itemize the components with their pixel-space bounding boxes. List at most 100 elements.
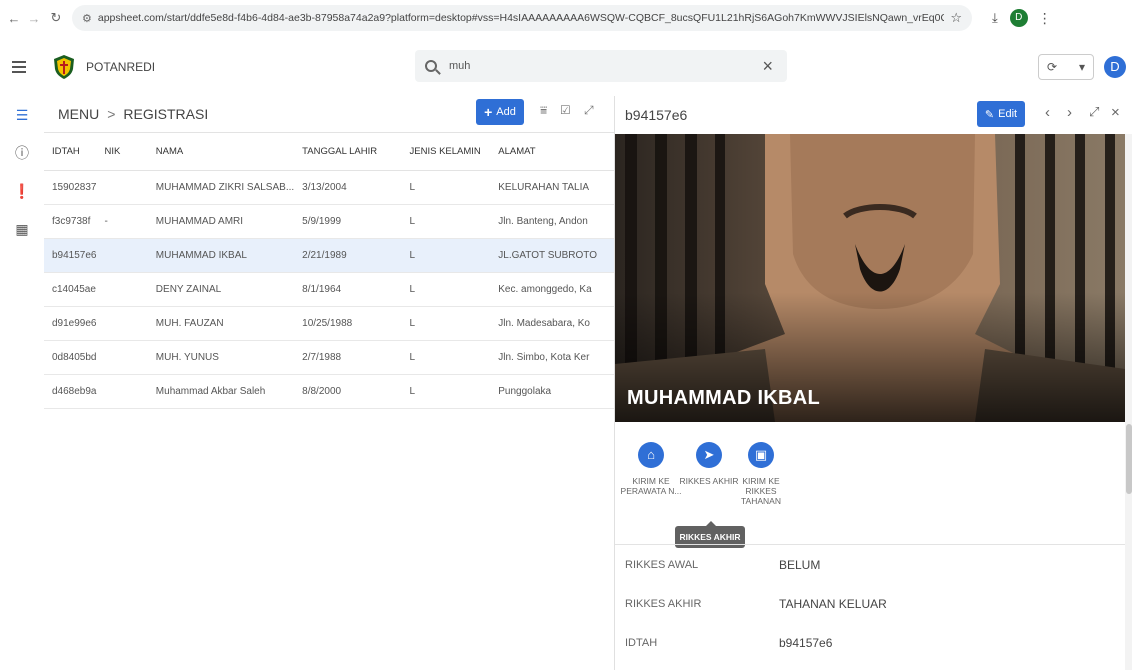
detail-fields: RIKKES AWAL BELUM RIKKES AKHIR TAHANAN K… <box>615 544 1125 662</box>
action-kirim-ke-rikkes-tahanan[interactable]: ▣ KIRIM KE RIKKES TAHANAN <box>729 442 793 506</box>
cell-jenis-kelamin: L <box>401 204 491 239</box>
column-header[interactable]: TANGGAL LAHIR <box>294 132 402 171</box>
cell-tanggal-lahir: 10/25/1988 <box>294 306 402 341</box>
browser-profile-avatar[interactable]: D <box>1009 9 1028 27</box>
alert-icon[interactable]: ❗ <box>0 172 44 210</box>
cell-tanggal-lahir: 8/1/1964 <box>294 272 402 307</box>
field-label: IDTAH <box>625 636 658 649</box>
cell-alamat: Jln. Banteng, Andon <box>490 204 614 239</box>
filter-icon[interactable]: ⩸ <box>540 103 547 118</box>
detail-header: b94157e6 ✎ Edit ‹ › ⤢ × <box>615 96 1132 134</box>
action-kirim-ke-perawatan[interactable]: ⌂ KIRIM KE PERAWATA N... <box>619 442 683 496</box>
add-button[interactable]: + Add <box>476 99 524 125</box>
edit-icon: ✎ <box>984 108 995 121</box>
browser-menu-icon[interactable]: ⋮ <box>1038 10 1052 27</box>
cell-alamat: KELURAHAN TALIA <box>490 170 614 205</box>
expand-icon[interactable]: ⤢ <box>584 103 594 118</box>
table-row-selected[interactable]: b94157e6 MUHAMMAD IKBAL 2/21/1989 L JL.G… <box>44 238 614 273</box>
hamburger-menu-icon[interactable] <box>12 61 26 73</box>
send-icon: ➤ <box>696 442 722 468</box>
expand-detail-icon[interactable]: ⤢ <box>1089 104 1099 120</box>
cell-tanggal-lahir: 2/7/1988 <box>294 340 402 375</box>
cell-nik <box>96 238 148 273</box>
cell-tanggal-lahir: 2/21/1989 <box>294 238 402 273</box>
download-icon[interactable]: ⤓ <box>992 10 998 26</box>
bookmark-star-icon[interactable]: ☆ <box>950 10 962 26</box>
cell-nik <box>96 340 148 375</box>
cell-tanggal-lahir: 3/13/2004 <box>294 170 402 205</box>
cell-idtah: c14045ae <box>44 272 97 307</box>
sync-button[interactable]: ⟳ ▾ <box>1038 54 1094 80</box>
search-input[interactable]: muh <box>449 60 762 72</box>
cell-nama: MUHAMMAD ZIKRI SALSAB... <box>147 170 295 205</box>
column-header[interactable]: JENIS KELAMIN <box>401 132 491 171</box>
close-icon[interactable]: × <box>1111 104 1120 121</box>
chevron-down-icon: ▾ <box>1078 60 1085 74</box>
add-button-label: Add <box>496 106 516 118</box>
forward-arrow-icon[interactable]: → <box>26 11 42 26</box>
detail-panel: b94157e6 ✎ Edit ‹ › ⤢ × MUHAMMAD IKBAL ⌂… <box>614 96 1132 670</box>
table-row[interactable]: 15902837 MUHAMMAD ZIKRI SALSAB... 3/13/2… <box>44 170 614 205</box>
view-toolbar: MENU > REGISTRASI + Add ⩸ ☑ ⤢ <box>44 96 614 132</box>
cell-alamat: Jln. Madesabara, Ko <box>490 306 614 341</box>
scrollbar-thumb[interactable] <box>1126 424 1132 494</box>
cell-idtah: 15902837 <box>44 170 97 205</box>
photo-caption-name: MUHAMMAD IKBAL <box>627 387 821 409</box>
table-row[interactable]: c14045ae DENY ZAINAL 8/1/1964 L Kec. amo… <box>44 272 614 307</box>
action-buttons: ⌂ KIRIM KE PERAWATA N... ➤ RIKKES AKHIR … <box>615 422 1125 548</box>
clear-search-icon[interactable]: × <box>762 56 773 77</box>
table-row[interactable]: d91e99e6 MUH. FAUZAN 10/25/1988 L Jln. M… <box>44 306 614 341</box>
left-nav-rail: ☰ ⓘ ❗ ▦ <box>0 96 44 670</box>
detail-title: b94157e6 <box>625 107 688 123</box>
breadcrumb-current: REGISTRASI <box>123 106 209 122</box>
table-row[interactable]: f3c9738f - MUHAMMAD AMRI 5/9/1999 L Jln.… <box>44 204 614 239</box>
column-header[interactable]: NIK <box>96 132 148 171</box>
cell-nama: DENY ZAINAL <box>147 272 295 307</box>
list-icon[interactable]: ☰ <box>0 96 44 134</box>
column-header[interactable]: ALAMAT <box>490 132 614 171</box>
reload-icon[interactable]: ↻ <box>48 10 64 26</box>
field-value: b94157e6 <box>779 635 833 650</box>
action-label: KIRIM KE PERAWATA N... <box>620 476 682 496</box>
column-header[interactable]: NAMA <box>147 132 295 171</box>
table-header-row: IDTAH NIK NAMA TANGGAL LAHIR JENIS KELAM… <box>44 132 614 171</box>
site-settings-icon[interactable]: ⚙ <box>82 12 92 25</box>
cell-nama: MUH. FAUZAN <box>147 306 295 341</box>
cell-jenis-kelamin: L <box>401 170 491 205</box>
cell-jenis-kelamin: L <box>401 272 491 307</box>
app-name: POTANREDI <box>86 60 156 74</box>
cell-nik <box>96 272 148 307</box>
cell-idtah: b94157e6 <box>44 238 97 273</box>
previous-record-icon[interactable]: ‹ <box>1045 104 1050 121</box>
breadcrumb: MENU > REGISTRASI <box>58 106 208 122</box>
cell-idtah: f3c9738f <box>44 204 97 239</box>
cell-nik <box>96 374 148 409</box>
cell-tanggal-lahir: 8/8/2000 <box>294 374 402 409</box>
back-arrow-icon[interactable]: ← <box>6 11 22 26</box>
cell-alamat: JL.GATOT SUBROTO <box>490 238 614 273</box>
cell-jenis-kelamin: L <box>401 306 491 341</box>
cell-jenis-kelamin: L <box>401 238 491 273</box>
search-bar[interactable]: muh × <box>415 50 787 82</box>
edit-button[interactable]: ✎ Edit <box>977 101 1025 127</box>
cell-nama: MUHAMMAD IKBAL <box>147 238 295 273</box>
cell-idtah: 0d8405bd <box>44 340 97 375</box>
column-header[interactable]: IDTAH <box>44 132 97 171</box>
app-logo-icon <box>54 55 74 79</box>
field-label: RIKKES AKHIR <box>625 597 702 610</box>
edit-button-label: Edit <box>998 108 1018 120</box>
detail-scrollbar[interactable] <box>1125 134 1132 670</box>
cell-alamat: Punggolaka <box>490 374 614 409</box>
cell-nik <box>96 170 148 205</box>
info-icon[interactable]: ⓘ <box>0 134 44 172</box>
field-label: RIKKES AWAL <box>625 558 699 571</box>
address-bar[interactable]: ⚙ appsheet.com/start/ddfe5e8d-f4b6-4d84-… <box>72 5 972 31</box>
grid-icon[interactable]: ▦ <box>0 210 44 248</box>
breadcrumb-root[interactable]: MENU <box>58 106 99 122</box>
select-checkbox-icon[interactable]: ☑ <box>560 103 571 117</box>
table-row[interactable]: 0d8405bd MUH. YUNUS 2/7/1988 L Jln. Simb… <box>44 340 614 375</box>
next-record-icon[interactable]: › <box>1067 104 1072 121</box>
user-avatar[interactable]: D <box>1104 56 1126 78</box>
table-row[interactable]: d468eb9a Muhammad Akbar Saleh 8/8/2000 L… <box>44 374 614 409</box>
photo-image <box>615 134 1125 422</box>
